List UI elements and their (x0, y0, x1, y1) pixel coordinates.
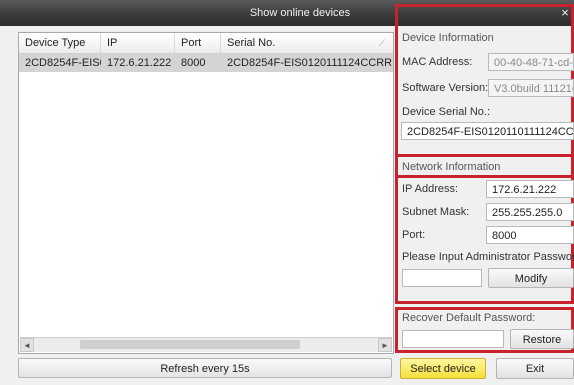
scroll-right-icon[interactable]: ► (378, 338, 392, 352)
column-header-device-type[interactable]: Device Type (19, 33, 101, 53)
mac-label: MAC Address: (402, 56, 473, 68)
scroll-left-icon[interactable]: ◄ (20, 338, 34, 352)
subnet-mask-input[interactable]: 255.255.255.0 (486, 203, 574, 221)
admin-password-input[interactable] (402, 269, 482, 287)
column-header-port[interactable]: Port (175, 33, 221, 53)
admin-password-label: Please Input Administrator Password: (402, 251, 574, 263)
cell-serial: 2CD8254F-EIS0120111124CCRR... (227, 57, 393, 69)
serial-label: Device Serial No.: (402, 106, 491, 118)
refresh-button[interactable]: Refresh every 15s (18, 358, 392, 378)
select-device-button[interactable]: Select device (400, 358, 486, 379)
window-title: Show online devices (249, 7, 351, 19)
serial-field: 2CD8254F-EIS0120110111124CCRR405 (401, 122, 574, 140)
device-table: Device Type IP Port Serial No. ⟋ 2CD8254… (18, 32, 394, 354)
table-row[interactable]: 2CD8254F-EIS0 172.6.21.222 8000 2CD8254F… (19, 54, 393, 72)
horizontal-scrollbar[interactable]: ◄ ► (20, 337, 392, 352)
column-header-serial[interactable]: Serial No. (221, 33, 393, 53)
subnet-mask-label: Subnet Mask: (402, 206, 470, 218)
port-input[interactable]: 8000 (486, 226, 574, 244)
exit-button[interactable]: Exit (496, 358, 574, 379)
column-header-ip[interactable]: IP (101, 33, 175, 53)
network-info-title: Network Information (402, 161, 501, 173)
table-header: Device Type IP Port Serial No. ⟋ (19, 33, 393, 54)
cell-port: 8000 (181, 57, 206, 69)
cell-ip: 172.6.21.222 (107, 57, 172, 69)
recover-password-input[interactable] (402, 330, 504, 348)
sort-indicator-icon: ⟋ (378, 38, 385, 48)
software-version-field: V3.0build 111216 (488, 79, 574, 97)
dialog-body: Device Type IP Port Serial No. ⟋ 2CD8254… (0, 4, 574, 385)
cell-device-type: 2CD8254F-EIS0 (25, 57, 101, 69)
recover-title: Recover Default Password: (402, 312, 536, 324)
mac-field: 00-40-48-71-cd-49 (488, 53, 574, 71)
scroll-thumb[interactable] (80, 340, 300, 349)
software-version-label: Software Version: (402, 82, 489, 94)
ip-input[interactable]: 172.6.21.222 (486, 180, 574, 198)
port-label: Port: (402, 229, 426, 241)
device-info-title: Device Information (402, 32, 494, 44)
ip-label: IP Address: (402, 183, 459, 195)
modify-button[interactable]: Modify (488, 268, 574, 288)
restore-button[interactable]: Restore (510, 329, 574, 349)
